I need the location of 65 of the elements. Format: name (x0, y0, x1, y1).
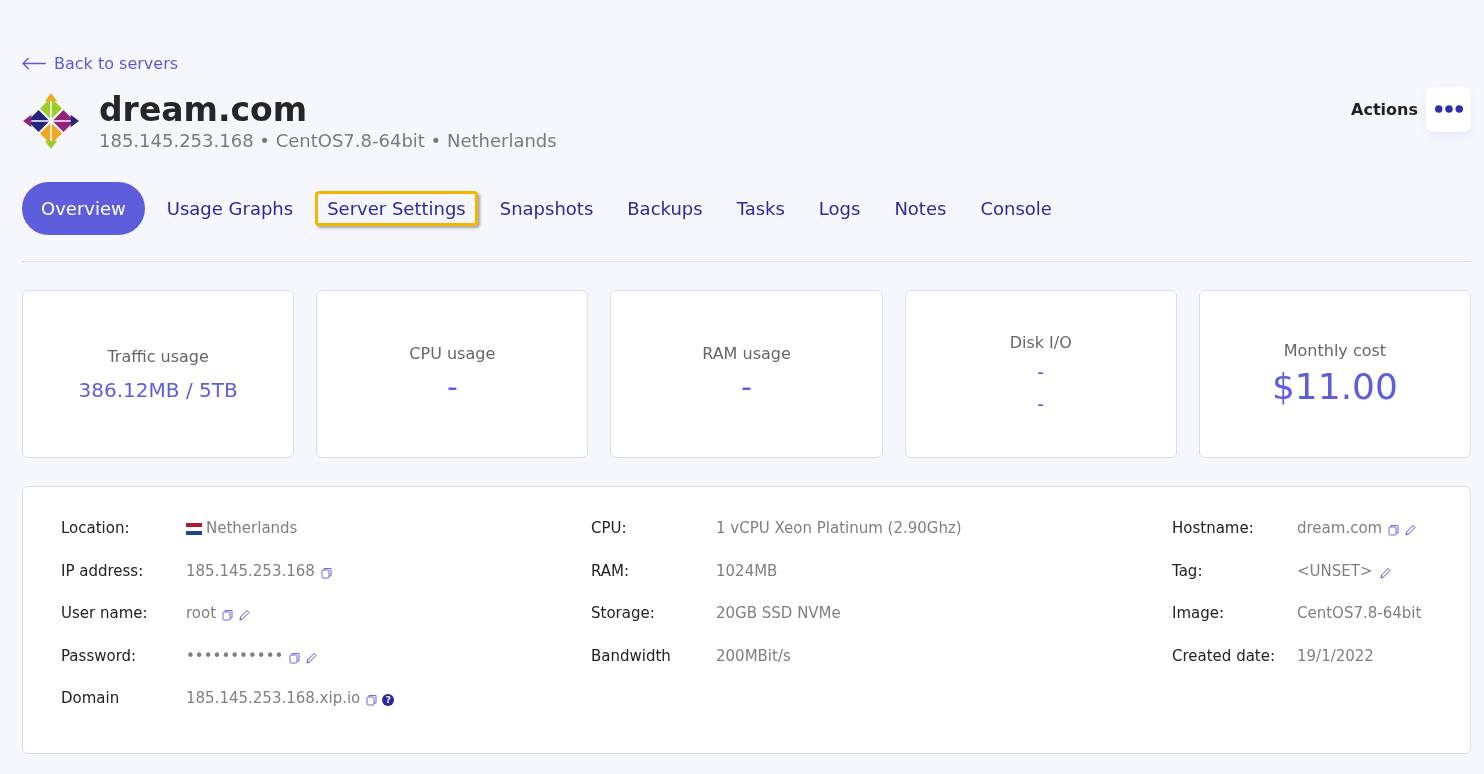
tab[interactable]: Overview (22, 182, 145, 235)
field-value: 20GB SSD NVMe (716, 604, 841, 622)
pencil-icon[interactable] (1404, 524, 1417, 536)
copy-icon[interactable] (289, 651, 302, 664)
stat-title: RAM usage (702, 344, 791, 363)
tab[interactable]: Tasks (724, 185, 797, 232)
field-label: Storage: (591, 604, 656, 624)
field-label: IP address: (61, 561, 145, 582)
field-value: 185.145.253.168 (186, 561, 315, 580)
stat-value: $11.00 (1271, 366, 1398, 407)
field-label: Image: (1172, 604, 1226, 624)
tab[interactable]: Usage Graphs (154, 185, 306, 232)
tab[interactable]: Snapshots (487, 185, 606, 232)
field-value: 200MBit/s (716, 646, 791, 665)
field-value: dream.com (1297, 519, 1383, 537)
field-label: User name: (61, 604, 149, 624)
field-label: Hostname: (1172, 519, 1255, 539)
field-value: 1 vCPU Xeon Platinum (2.90Ghz) (716, 519, 962, 537)
stat-value: - (1037, 359, 1045, 384)
field-value: Netherlands (206, 519, 298, 537)
back-link[interactable]: Back to servers (22, 54, 179, 73)
field-label: CPU: (591, 519, 628, 539)
field-value: ••••••••••• (186, 646, 284, 665)
copy-icon[interactable] (1388, 524, 1401, 536)
field-value: root (186, 604, 217, 622)
tab[interactable]: Notes (882, 185, 959, 232)
stat-value: - (1037, 391, 1045, 416)
copy-icon[interactable] (366, 694, 379, 706)
field-label: RAM: (591, 561, 631, 582)
actions-button[interactable] (1426, 86, 1471, 132)
copy-icon[interactable] (222, 609, 235, 621)
pencil-icon[interactable] (238, 609, 251, 621)
field-label: Created date: (1172, 646, 1276, 667)
stat-title: CPU usage (409, 344, 496, 363)
field-label: Tag: (1172, 561, 1204, 582)
field-value: 19/1/2022 (1297, 646, 1374, 665)
field-value: CentOS7.8-64bit (1297, 604, 1422, 622)
actions-label: Actions (1351, 99, 1418, 119)
stat-title: Traffic usage (107, 346, 209, 366)
arrow-left-icon (22, 57, 47, 70)
tab[interactable]: Server Settings (315, 191, 478, 226)
tab[interactable]: Backups (615, 185, 715, 232)
field-label: Bandwidth (591, 646, 672, 667)
field-value: 185.145.253.168.xip.io (186, 689, 361, 707)
flag-icon (186, 523, 202, 535)
field-label: Password: (61, 646, 138, 667)
help-icon[interactable]: ? (382, 694, 395, 706)
logo-icon (22, 92, 80, 150)
tab[interactable]: Console (968, 185, 1064, 232)
stat-value: 386.12MB / 5TB (78, 377, 238, 402)
stat-value: - (741, 369, 752, 404)
pencil-icon[interactable] (1378, 566, 1391, 579)
stat-title: Monthly cost (1283, 341, 1387, 360)
pencil-icon[interactable] (305, 651, 318, 664)
copy-icon[interactable] (320, 566, 333, 579)
stat-value: - (446, 369, 458, 404)
field-label: Domain (61, 689, 121, 709)
field-label: Location: (61, 519, 131, 539)
field-value: <UNSET> (1297, 561, 1373, 580)
field-value: 1024MB (716, 561, 778, 580)
stat-title: Disk I/O (1009, 332, 1072, 352)
server-name: dream.com (99, 90, 309, 130)
tab[interactable]: Logs (806, 185, 873, 232)
server-info: 185.145.253.168 • CentOS7.8-64bit • Netherlands (99, 130, 557, 152)
more-icon (1434, 105, 1463, 113)
